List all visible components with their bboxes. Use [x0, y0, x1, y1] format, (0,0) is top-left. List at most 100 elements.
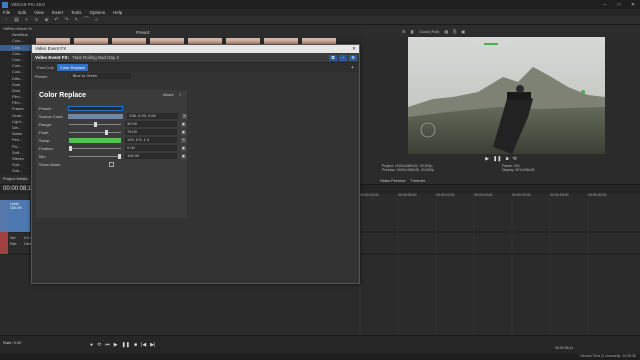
feather-value[interactable]: 0.00	[125, 145, 177, 151]
keyframe-icon[interactable]: ◆	[181, 121, 186, 127]
tab-color-replace[interactable]: Color Replace	[56, 64, 89, 71]
fade-value[interactable]: 75.00	[125, 129, 177, 135]
status-bar: Record Time (2 channels): 14:05:30	[0, 354, 640, 360]
close-window-button[interactable]: ✕	[626, 2, 640, 8]
stop-icon[interactable]: ■	[134, 342, 137, 348]
preview-quality[interactable]: Good (Full)	[419, 29, 439, 34]
menu-insert[interactable]: Insert	[52, 10, 63, 15]
record-time: Record Time (2 channels): 14:05:30	[580, 354, 636, 358]
preset-label: Preset:	[35, 73, 48, 79]
tab-pan-crop[interactable]: Pan/Crop	[34, 64, 57, 71]
menu-options[interactable]: Options	[90, 10, 106, 15]
tab-project-media[interactable]: Project Media	[3, 176, 27, 181]
edit-tool-icon[interactable]: ↖	[73, 17, 80, 23]
redo-icon[interactable]: ↷	[63, 17, 70, 23]
audio-track-header[interactable]	[0, 232, 8, 254]
menu-view[interactable]: View	[34, 10, 44, 15]
window-title: VEGAS Pro 19.0	[11, 2, 45, 7]
ruler-label: 00:00:25;00	[550, 193, 569, 197]
zoom-tool-icon[interactable]: ⌕	[93, 17, 100, 23]
volume-label: Vol:	[10, 236, 16, 240]
video-event-fx-dialog: Video Event FX ✕ Video Event FX: Tank Ro…	[31, 44, 360, 284]
show-mask-checkbox[interactable]	[109, 161, 114, 167]
undo-icon[interactable]: ↶	[53, 17, 60, 23]
range-slider[interactable]	[69, 121, 121, 127]
split-screen-icon[interactable]: ◧	[411, 29, 415, 34]
slider-knob[interactable]	[69, 145, 72, 151]
keyframe-icon[interactable]: ◆	[181, 153, 186, 159]
param-label: Source Color:	[39, 113, 64, 119]
feather-slider[interactable]	[69, 145, 121, 151]
fx-settings-icon[interactable]: ⚙	[349, 54, 357, 61]
fx-header-label: Video Event FX:	[35, 55, 70, 60]
fx-clip-name: Tank Rolling Bad Day 2	[72, 55, 119, 60]
slider-knob[interactable]	[93, 121, 97, 127]
loop-icon[interactable]: ⟲	[513, 156, 517, 162]
slider-knob[interactable]	[104, 129, 108, 135]
menu-tools[interactable]: Tools	[71, 10, 82, 15]
main-toolbar: ▫ ▤ ▪ ≡ ◈ ↶ ↷ ↖ ⌒ ⌕	[0, 16, 640, 25]
save-snapshot-icon[interactable]: ▣	[461, 29, 465, 34]
preview-settings-icon[interactable]: ⚙	[402, 29, 406, 34]
open-project-icon[interactable]: ▤	[13, 17, 20, 23]
copy-snapshot-icon[interactable]: ⎘	[453, 29, 456, 34]
tab-trimmer[interactable]: Trimmer	[411, 178, 426, 183]
add-plugin-icon[interactable]: +	[351, 65, 359, 71]
preset-select[interactable]: Blue to Green	[70, 73, 131, 79]
param-row: Fade: 75.00 ◆	[39, 128, 187, 136]
mix-value[interactable]: 100.00	[125, 153, 177, 159]
close-dialog-button[interactable]: ✕	[349, 45, 359, 53]
preview-info-line: Preview: 1920x1080x32, 30.000p	[382, 168, 434, 172]
title-bar: VEGAS Pro 19.0 – □ ✕	[0, 0, 640, 9]
minimize-button[interactable]: –	[598, 2, 612, 8]
menu-file[interactable]: File	[3, 10, 10, 15]
envelope-tool-icon[interactable]: ⌒	[83, 17, 90, 23]
plugin-preset-label: Preset:	[39, 105, 52, 111]
pause-icon[interactable]: ❚❚	[122, 342, 130, 348]
video-track-header[interactable]	[0, 200, 8, 232]
about-button[interactable]: About	[163, 92, 173, 97]
ruler-label: 00:00:15;00	[474, 193, 493, 197]
rate-display: Rate: 0.00	[3, 340, 22, 345]
mix-slider[interactable]	[69, 153, 121, 159]
eyedropper-icon[interactable]: ✎	[182, 113, 187, 119]
remove-plugin-icon[interactable]: −	[339, 54, 347, 61]
param-label: Mix:	[39, 153, 47, 159]
slider-knob[interactable]	[117, 153, 121, 159]
play-from-start-icon[interactable]: ⏮	[105, 342, 110, 348]
menu-help[interactable]: Help	[113, 10, 122, 15]
stop-icon[interactable]: ■	[506, 156, 509, 162]
go-to-start-icon[interactable]: |◀	[141, 342, 146, 348]
pause-icon[interactable]: ❚❚	[493, 156, 501, 162]
render-icon[interactable]: ◈	[43, 17, 50, 23]
loop-playback-icon[interactable]: ⟲	[97, 342, 101, 348]
keyframe-icon[interactable]: ◆	[181, 145, 186, 151]
swap-color-value[interactable]: 120, 0.5, 1.0	[125, 137, 177, 143]
keyframe-icon[interactable]: ◆	[181, 129, 186, 135]
plugin-chain-icon[interactable]: ⧉	[329, 54, 337, 61]
menu-edit[interactable]: Edit	[18, 10, 26, 15]
source-color-swatch[interactable]	[68, 113, 124, 119]
source-color-value[interactable]: 236, 0.20, 0.60	[127, 113, 179, 119]
new-project-icon[interactable]: ▫	[3, 17, 10, 23]
range-value[interactable]: 30.00	[125, 121, 177, 127]
save-icon[interactable]: ▪	[23, 17, 30, 23]
play-icon[interactable]: ▶	[114, 342, 118, 348]
tab-video-preview[interactable]: Video Preview	[380, 178, 406, 183]
overlay-icon[interactable]: ▦	[444, 29, 448, 34]
go-to-end-icon[interactable]: ▶|	[150, 342, 155, 348]
eyedropper-icon[interactable]: ✎	[181, 137, 186, 143]
list-item[interactable]: Sub...	[0, 168, 32, 174]
properties-icon[interactable]: ≡	[33, 17, 40, 23]
param-label: Fade:	[39, 129, 50, 135]
video-preview-frame[interactable]	[408, 37, 605, 154]
help-button[interactable]: ?	[179, 92, 181, 97]
param-label: Range:	[39, 121, 52, 127]
plugin-preset-select[interactable]	[67, 105, 123, 111]
video-clip[interactable]: Level: 100.0%	[8, 200, 30, 232]
play-icon[interactable]: ▶	[485, 156, 489, 162]
maximize-button[interactable]: □	[612, 2, 626, 8]
record-icon[interactable]: ●	[90, 342, 93, 348]
swap-color-swatch[interactable]	[69, 137, 121, 143]
fade-slider[interactable]	[69, 129, 121, 135]
